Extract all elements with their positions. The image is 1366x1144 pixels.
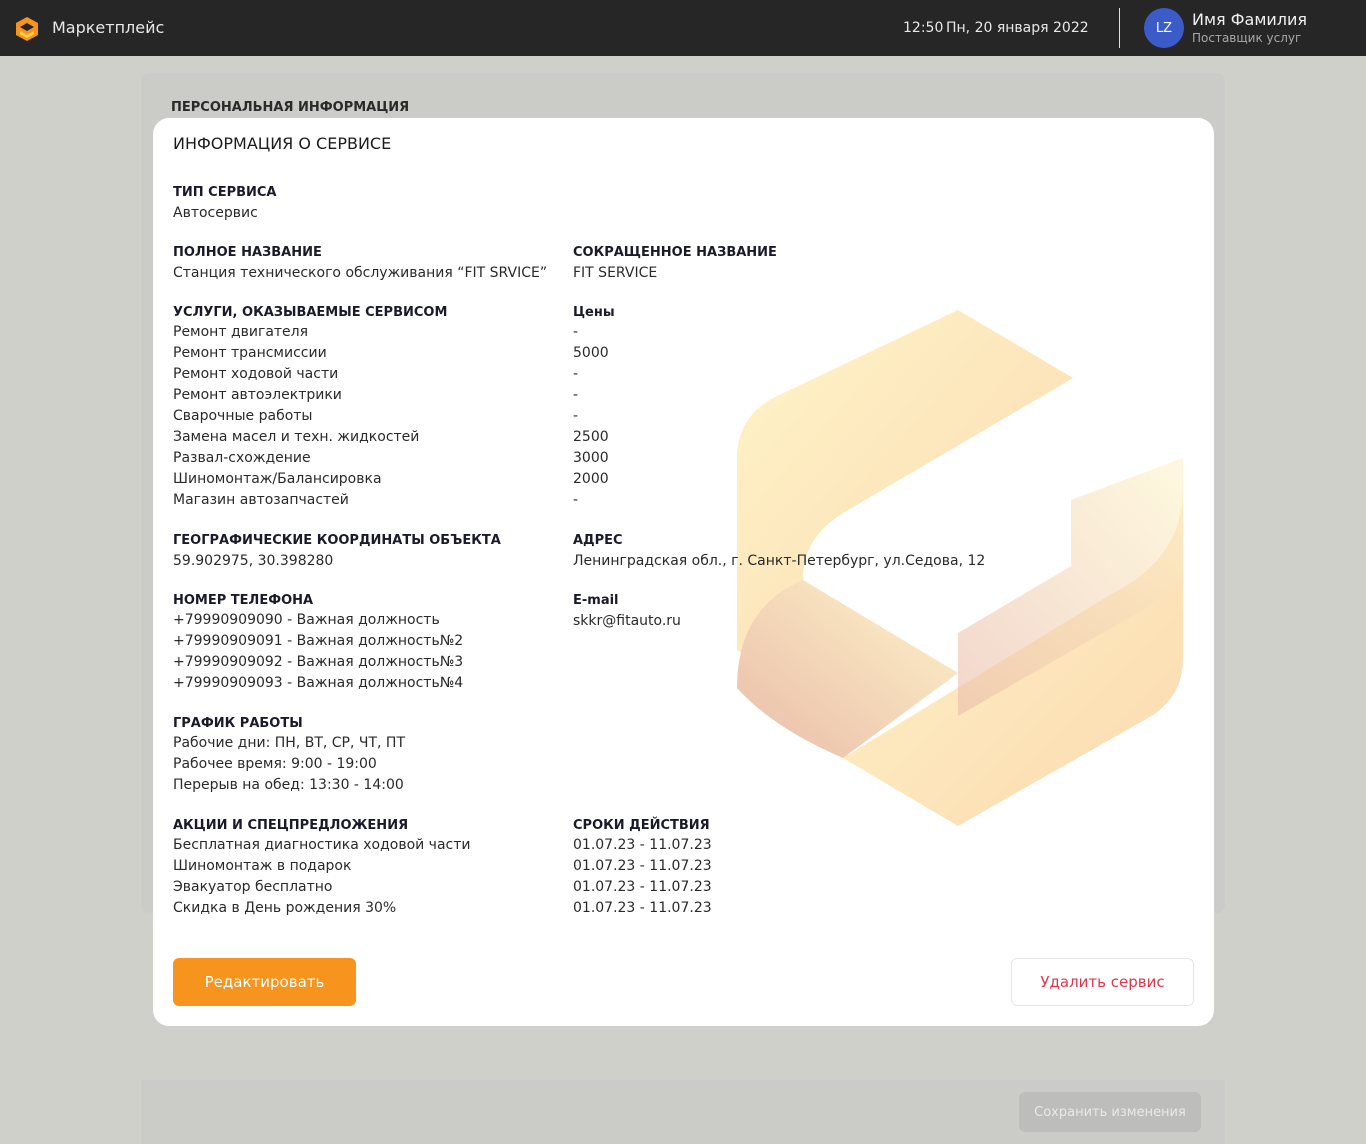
current-date: Пн, 20 января 2022 bbox=[946, 20, 1089, 36]
prices-label: Цены bbox=[573, 305, 615, 320]
schedule-item: Рабочие дни: ПН, ВТ, СР, ЧТ, ПТ bbox=[173, 735, 406, 751]
email-label: E-mail bbox=[573, 593, 619, 608]
services-list: Ремонт двигателя Ремонт трансмиссии Ремо… bbox=[173, 322, 419, 511]
service-price: - bbox=[573, 387, 579, 403]
user-name[interactable]: Имя Фамилия bbox=[1192, 10, 1307, 29]
promos-list: Бесплатная диагностика ходовой части Шин… bbox=[173, 835, 471, 919]
service-price: - bbox=[573, 408, 579, 424]
address-value: Ленинградская обл., г. Санкт-Петербург, … bbox=[573, 553, 986, 569]
promo-name: Скидка в День рождения 30% bbox=[173, 900, 397, 916]
service-name: Ремонт ходовой части bbox=[173, 366, 339, 382]
edit-button[interactable]: Редактировать bbox=[173, 958, 356, 1006]
phone-label: НОМЕР ТЕЛЕФОНА bbox=[173, 593, 314, 608]
app-title: Маркетплейс bbox=[52, 18, 165, 37]
service-price: 5000 bbox=[573, 345, 609, 361]
service-name: Ремонт двигателя bbox=[173, 324, 309, 340]
schedule-label: ГРАФИК РАБОТЫ bbox=[173, 716, 303, 731]
delete-service-button[interactable]: Удалить сервис bbox=[1011, 958, 1194, 1006]
top-bar: Маркетплейс 12:50 Пн, 20 января 2022 LZ … bbox=[0, 0, 1366, 56]
phone-item: +79990909091 - Важная должность№2 bbox=[173, 633, 464, 649]
header-divider bbox=[1119, 8, 1120, 48]
phone-list: +79990909090 - Важная должность +7999090… bbox=[173, 610, 463, 694]
address-label: АДРЕС bbox=[573, 533, 623, 548]
avatar[interactable]: LZ bbox=[1144, 8, 1184, 48]
schedule-item: Перерыв на обед: 13:30 - 14:00 bbox=[173, 777, 404, 793]
promo-periods-list: 01.07.23 - 11.07.23 01.07.23 - 11.07.23 … bbox=[573, 835, 712, 919]
schedule-list: Рабочие дни: ПН, ВТ, СР, ЧТ, ПТ Рабочее … bbox=[173, 733, 405, 796]
service-price: 3000 bbox=[573, 450, 609, 466]
schedule-item: Рабочее время: 9:00 - 19:00 bbox=[173, 756, 377, 772]
promo-period: 01.07.23 - 11.07.23 bbox=[573, 858, 712, 874]
service-price: - bbox=[573, 492, 579, 508]
service-name: Шиномонтаж/Балансировка bbox=[173, 471, 382, 487]
service-price: - bbox=[573, 324, 579, 340]
promo-period: 01.07.23 - 11.07.23 bbox=[573, 879, 712, 895]
service-name: Ремонт автоэлектрики bbox=[173, 387, 342, 403]
service-name: Магазин автозапчастей bbox=[173, 492, 349, 508]
service-price: 2000 bbox=[573, 471, 609, 487]
promo-period: 01.07.23 - 11.07.23 bbox=[573, 900, 712, 916]
app-logo-icon[interactable] bbox=[14, 16, 40, 42]
clock-time: 12:50 bbox=[903, 20, 944, 36]
modal-title: ИНФОРМАЦИЯ О СЕРВИСЕ bbox=[173, 134, 392, 153]
promo-name: Шиномонтаж в подарок bbox=[173, 858, 352, 874]
service-type-label: ТИП СЕРВИСА bbox=[173, 185, 277, 200]
phone-item: +79990909093 - Важная должность№4 bbox=[173, 675, 464, 691]
service-name: Ремонт трансмиссии bbox=[173, 345, 327, 361]
short-name-value: FIT SERVICE bbox=[573, 265, 658, 281]
short-name-label: СОКРАЩЕННОЕ НАЗВАНИЕ bbox=[573, 245, 777, 260]
services-label: УСЛУГИ, ОКАЗЫВАЕМЫЕ СЕРВИСОМ bbox=[173, 305, 448, 320]
service-name: Сварочные работы bbox=[173, 408, 313, 424]
full-name-value: Станция технического обслуживания “FIT S… bbox=[173, 265, 548, 281]
service-price: 2500 bbox=[573, 429, 609, 445]
prices-list: - 5000 - - - 2500 3000 2000 - bbox=[573, 322, 609, 511]
coords-value: 59.902975, 30.398280 bbox=[173, 553, 334, 569]
phone-item: +79990909092 - Важная должность№3 bbox=[173, 654, 464, 670]
phone-item: +79990909090 - Важная должность bbox=[173, 612, 440, 628]
promo-name: Эвакуатор бесплатно bbox=[173, 879, 333, 895]
promo-period-label: СРОКИ ДЕЙСТВИЯ bbox=[573, 818, 710, 833]
service-type-value: Автосервис bbox=[173, 205, 258, 221]
user-role: Поставщик услуг bbox=[1192, 31, 1302, 45]
email-value: skkr@fitauto.ru bbox=[573, 613, 681, 629]
background-section-title: ПЕРСОНАЛЬНАЯ ИНФОРМАЦИЯ bbox=[171, 100, 410, 115]
coords-label: ГЕОГРАФИЧЕСКИЕ КООРДИНАТЫ ОБЪЕКТА bbox=[173, 533, 501, 548]
full-name-label: ПОЛНОЕ НАЗВАНИЕ bbox=[173, 245, 322, 260]
promo-name: Бесплатная диагностика ходовой части bbox=[173, 837, 471, 853]
service-name: Развал-схождение bbox=[173, 450, 311, 466]
service-info-modal: ИНФОРМАЦИЯ О СЕРВИСЕ ТИП СЕРВИСА Автосер… bbox=[153, 118, 1214, 1026]
save-changes-button[interactable]: Сохранить изменения bbox=[1019, 1092, 1201, 1132]
promo-period: 01.07.23 - 11.07.23 bbox=[573, 837, 712, 853]
promos-label: АКЦИИ И СПЕЦПРЕДЛОЖЕНИЯ bbox=[173, 818, 409, 833]
service-name: Замена масел и техн. жидкостей bbox=[173, 429, 420, 445]
service-price: - bbox=[573, 366, 579, 382]
